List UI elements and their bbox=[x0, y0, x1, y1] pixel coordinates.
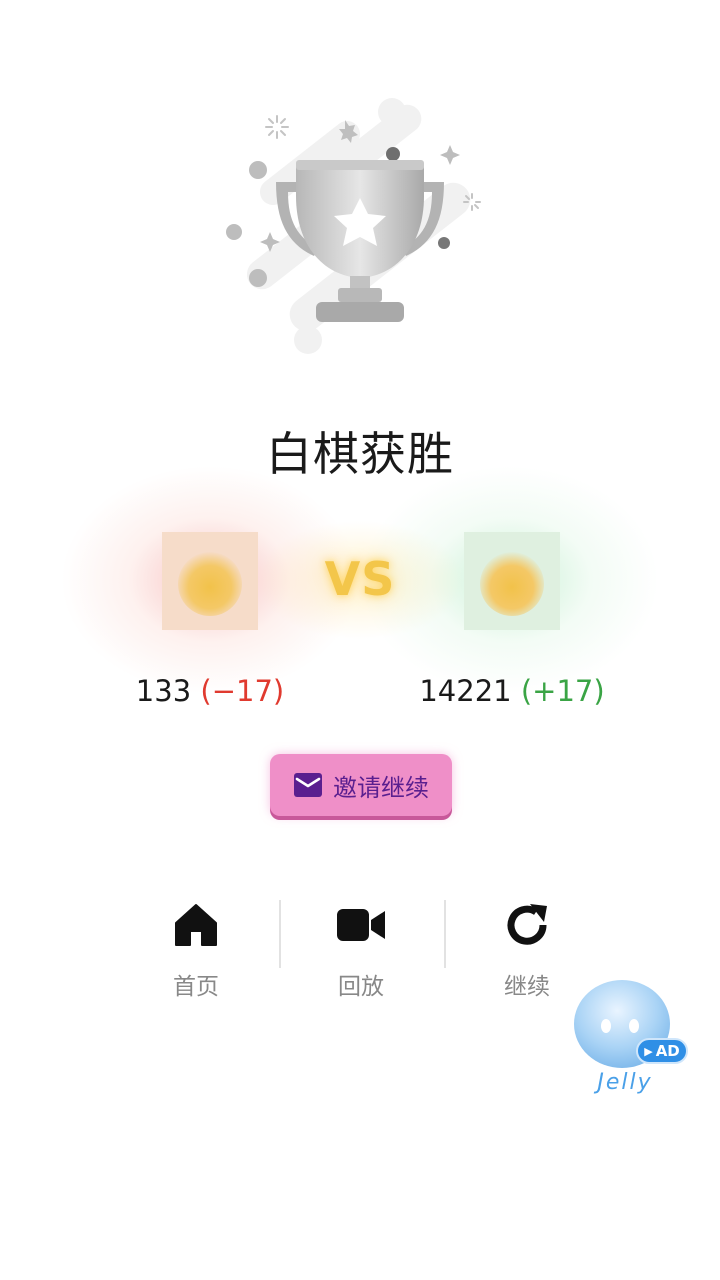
ad-badge-label: AD bbox=[655, 1042, 680, 1060]
right-player-score-line: 14221 (+17) bbox=[412, 674, 612, 708]
refresh-icon bbox=[507, 904, 547, 945]
ad-brand-label: Jelly bbox=[597, 1070, 653, 1095]
avatar-image bbox=[480, 552, 544, 616]
continue-label: 继续 bbox=[504, 974, 550, 1000]
vs-label: VS bbox=[324, 552, 396, 606]
left-player-score: 133 bbox=[135, 674, 192, 708]
trophy-icon bbox=[226, 98, 481, 354]
left-player-avatar[interactable] bbox=[162, 532, 258, 630]
invite-continue-label: 邀请继续 bbox=[333, 773, 429, 802]
trophy-illustration bbox=[210, 90, 510, 370]
right-player-delta: (+17) bbox=[520, 674, 605, 708]
replay-button[interactable]: 回放 bbox=[301, 895, 421, 1001]
continue-button[interactable]: 继续 bbox=[467, 895, 587, 1001]
right-player-avatar[interactable] bbox=[464, 532, 560, 630]
video-camera-icon bbox=[337, 909, 385, 941]
replay-label: 回放 bbox=[338, 974, 384, 1000]
left-player-score-line: 133 (−17) bbox=[110, 674, 310, 708]
ad-badge: ▶ AD bbox=[636, 1038, 688, 1064]
avatar-image bbox=[178, 552, 242, 616]
home-button[interactable]: 首页 bbox=[136, 895, 256, 1001]
right-player-score: 14221 bbox=[419, 674, 512, 708]
play-icon: ▶ bbox=[644, 1044, 653, 1058]
home-icon bbox=[175, 904, 217, 946]
invite-continue-button[interactable]: 邀请继续 bbox=[270, 754, 452, 816]
home-label: 首页 bbox=[173, 974, 219, 1000]
divider bbox=[279, 900, 281, 968]
divider bbox=[444, 900, 446, 968]
floating-ad[interactable]: ▶ AD Jelly bbox=[572, 978, 692, 1103]
result-title: 白棋获胜 bbox=[266, 427, 454, 481]
mail-icon bbox=[294, 773, 322, 797]
left-player-delta: (−17) bbox=[200, 674, 285, 708]
